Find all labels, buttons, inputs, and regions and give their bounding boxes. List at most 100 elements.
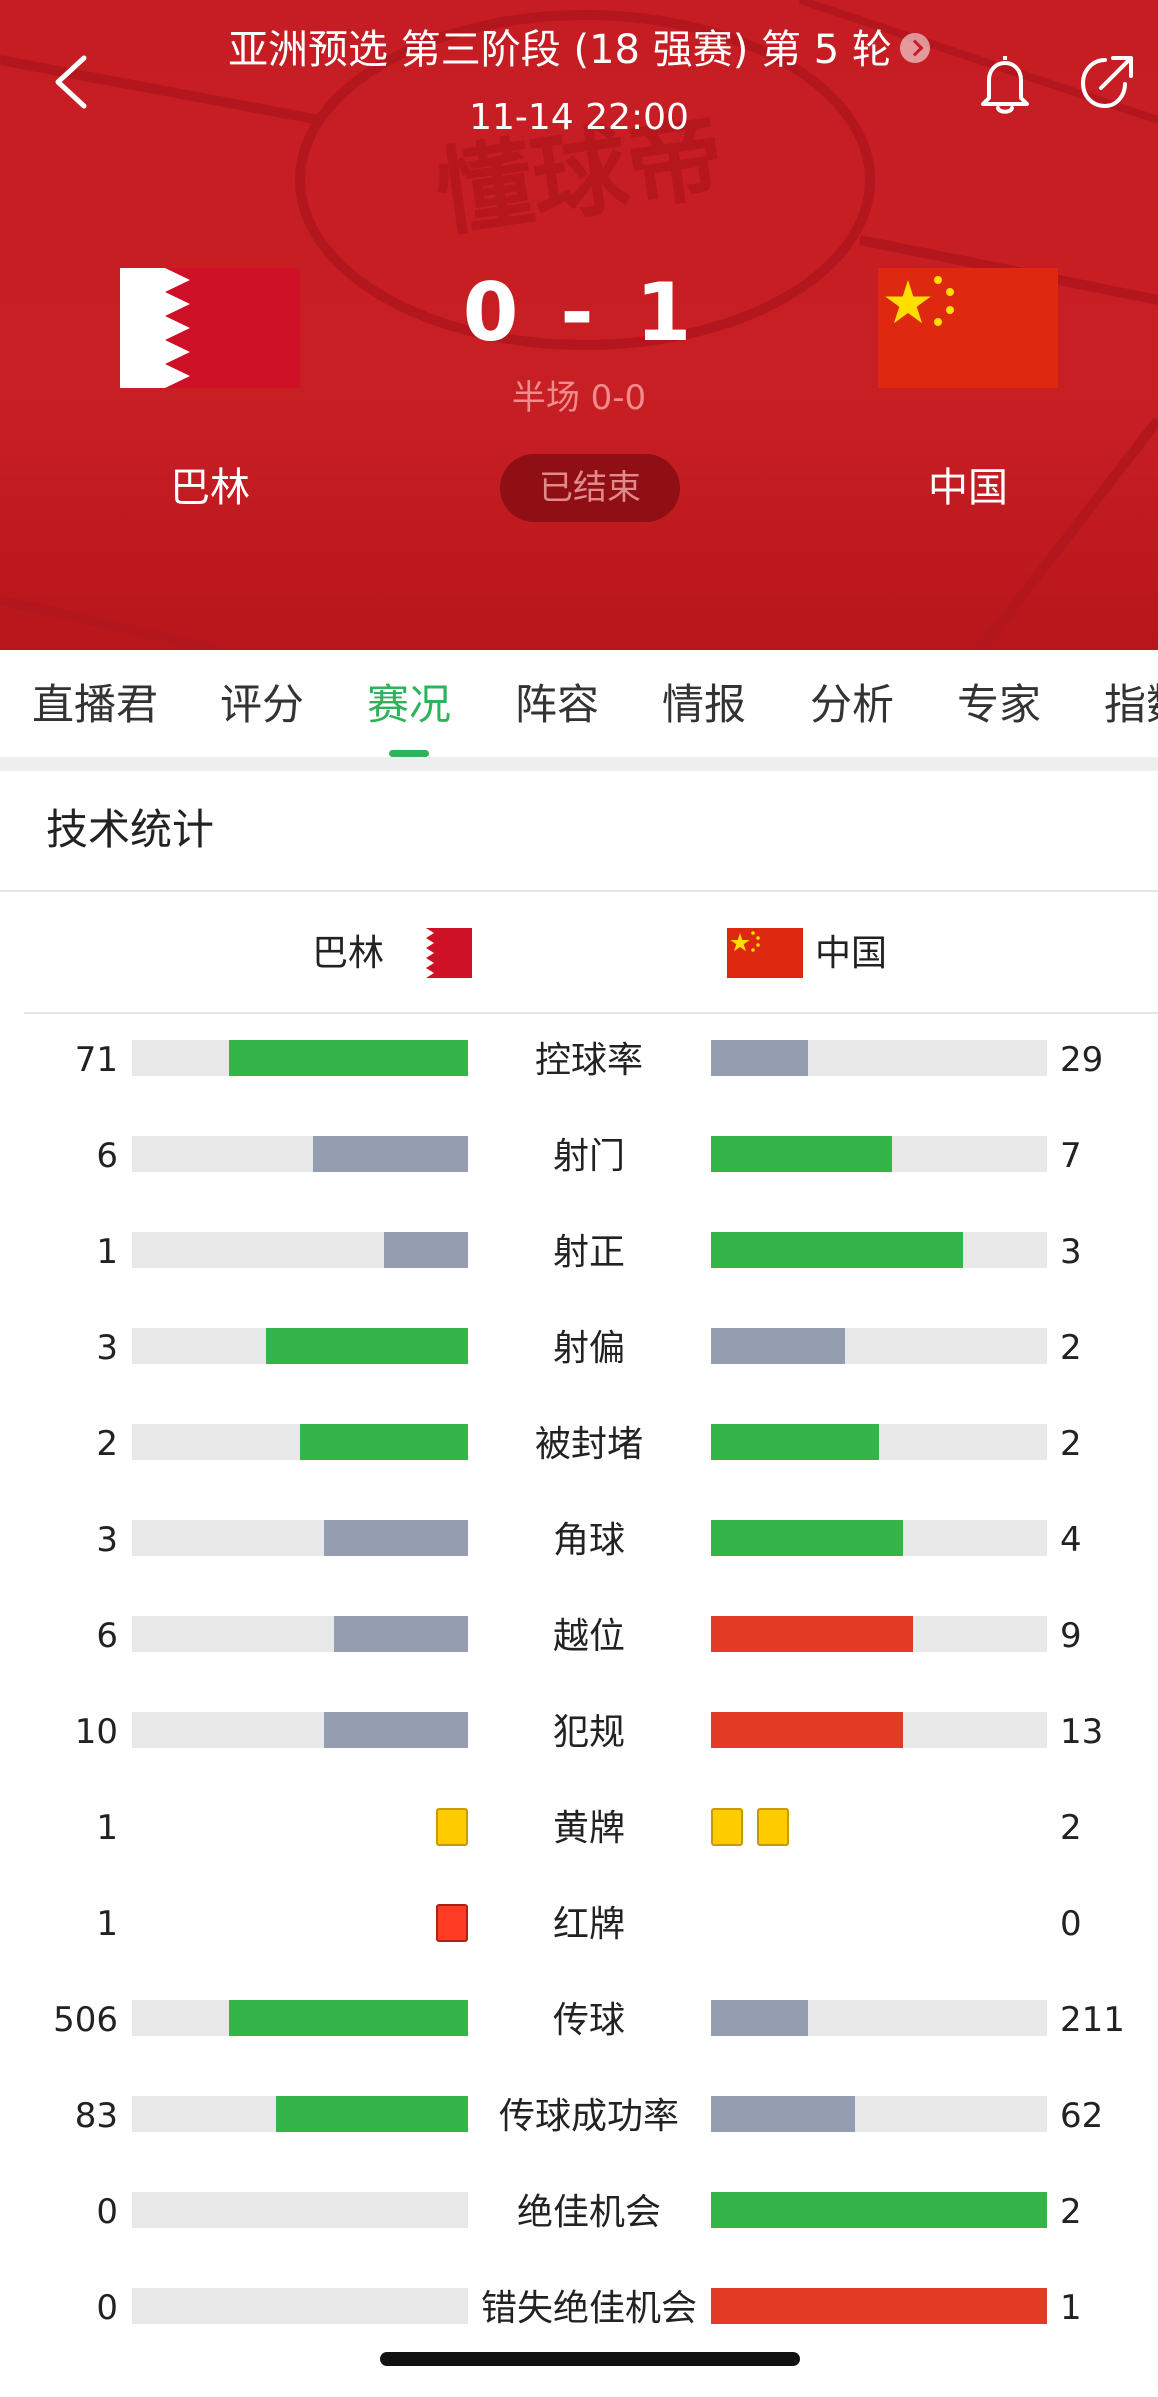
tab-odds[interactable]: 指数 — [1104, 680, 1158, 730]
away-stat-bar-fill — [711, 1328, 845, 1364]
tab-analysis[interactable]: 分析 — [810, 680, 894, 730]
legend-home-flag — [414, 928, 472, 978]
active-tab-indicator — [389, 750, 429, 757]
stat-label: 控球率 — [534, 1040, 643, 1081]
stat-row: 83 传球成功率 62 — [0, 2068, 1158, 2164]
tab-intel[interactable]: 情报 — [662, 680, 746, 730]
home-stat-value: 6 — [96, 1136, 118, 1176]
home-indicator[interactable] — [380, 2352, 800, 2366]
away-stat-bar — [711, 1136, 1047, 1172]
stat-label: 射偏 — [552, 1328, 625, 1369]
stat-row: 0 错失绝佳机会 1 — [0, 2260, 1158, 2356]
home-stat-bar-fill — [300, 1424, 468, 1460]
home-stat-bar — [132, 1424, 468, 1460]
away-stat-value: 2 — [1060, 2192, 1082, 2232]
away-stat-bar — [711, 1616, 1047, 1652]
away-stat-bar-fill — [711, 2000, 808, 2036]
away-stat-value: 211 — [1060, 2000, 1125, 2040]
away-stat-value: 7 — [1060, 1136, 1082, 1176]
home-stat-value: 506 — [53, 2000, 118, 2040]
chevron-right-icon — [899, 33, 930, 63]
divider — [0, 890, 1158, 892]
share-icon[interactable] — [1075, 50, 1139, 114]
home-stat-bar — [132, 2096, 468, 2132]
away-stat-value: 62 — [1060, 2096, 1104, 2136]
yellow-card-icon — [757, 1808, 789, 1846]
away-team-name[interactable]: 中国 — [858, 460, 1078, 516]
home-stat-bar — [132, 1616, 468, 1652]
legend-away-team: 中国 — [815, 933, 888, 974]
stat-label: 犯规 — [552, 1712, 625, 1753]
match-header: 懂球帝 亚洲预选 第三阶段 (18 强赛) 第 5 轮 11-14 22:00 — [0, 0, 1158, 650]
stat-label: 错失绝佳机会 — [480, 2288, 697, 2329]
away-stat-value: 2 — [1060, 1424, 1082, 1464]
away-stat-value: 2 — [1060, 1328, 1082, 1368]
match-title-text: 亚洲预选 第三阶段 (18 强赛) 第 5 轮 — [228, 27, 892, 73]
home-stat-bar-fill — [324, 1712, 468, 1748]
stat-label: 被封堵 — [534, 1424, 643, 1465]
stat-row: 10 犯规 13 — [0, 1684, 1158, 1780]
stat-label: 黄牌 — [552, 1808, 625, 1849]
stat-row: 0 绝佳机会 2 — [0, 2164, 1158, 2260]
home-stat-bar — [132, 2192, 468, 2228]
stat-label: 射正 — [552, 1232, 625, 1273]
away-stat-value: 0 — [1060, 1904, 1082, 1944]
away-stat-bar-fill — [711, 1232, 963, 1268]
away-cards — [711, 1808, 803, 1848]
stat-row: 1 红牌 0 — [0, 1876, 1158, 1972]
match-status-badge: 已结束 — [500, 454, 680, 522]
home-stat-value: 3 — [96, 1520, 118, 1560]
away-stat-bar — [711, 1040, 1047, 1076]
stat-row: 71 控球率 29 — [0, 1012, 1158, 1108]
home-stat-bar-fill — [266, 1328, 468, 1364]
away-stat-value: 2 — [1060, 1808, 1082, 1848]
away-stat-bar — [711, 2288, 1047, 2324]
away-stat-bar — [711, 2096, 1047, 2132]
away-score: 1 — [635, 266, 696, 359]
home-stat-value: 1 — [96, 1808, 118, 1848]
divider — [0, 757, 1158, 771]
home-stat-value: 71 — [74, 1040, 118, 1080]
home-score: 0 — [462, 266, 523, 359]
away-stat-value: 9 — [1060, 1616, 1082, 1656]
home-stat-value: 3 — [96, 1328, 118, 1368]
home-stat-value: 1 — [96, 1232, 118, 1272]
stat-row: 1 射正 3 — [0, 1204, 1158, 1300]
home-stat-bar — [132, 2000, 468, 2036]
match-score: 0-1 — [0, 258, 1158, 368]
home-stat-bar-fill — [384, 1232, 468, 1268]
away-stat-bar-fill — [711, 1424, 879, 1460]
tab-ratings[interactable]: 评分 — [220, 680, 304, 730]
away-stat-bar-fill — [711, 2096, 855, 2132]
away-stat-bar — [711, 2192, 1047, 2228]
stat-label: 传球 — [552, 2000, 625, 2041]
home-stat-bar — [132, 1328, 468, 1364]
home-cards — [436, 1904, 468, 1944]
home-stat-bar — [132, 1040, 468, 1076]
away-stat-bar — [711, 1424, 1047, 1460]
stat-row: 6 射门 7 — [0, 1108, 1158, 1204]
home-stat-value: 83 — [74, 2096, 118, 2136]
stat-label: 红牌 — [552, 1904, 625, 1945]
stat-row: 3 角球 4 — [0, 1492, 1158, 1588]
home-stat-bar-fill — [334, 1616, 468, 1652]
tab-live[interactable]: 直播君 — [32, 680, 158, 730]
away-stat-value: 29 — [1060, 1040, 1104, 1080]
tab-match-status[interactable]: 赛况 — [367, 680, 451, 730]
tab-experts[interactable]: 专家 — [957, 680, 1041, 730]
away-stat-bar-fill — [711, 2288, 1047, 2324]
home-stat-value: 1 — [96, 1904, 118, 1944]
away-stat-bar-fill — [711, 1712, 903, 1748]
tab-lineup[interactable]: 阵容 — [515, 680, 599, 730]
stat-row: 3 射偏 2 — [0, 1300, 1158, 1396]
bell-icon[interactable] — [975, 50, 1035, 116]
stat-label: 角球 — [552, 1520, 625, 1561]
away-stat-bar-fill — [711, 1040, 808, 1076]
away-stat-bar-fill — [711, 1616, 913, 1652]
away-stat-bar-fill — [711, 1136, 892, 1172]
away-stat-value: 3 — [1060, 1232, 1082, 1272]
home-team-name[interactable]: 巴林 — [100, 460, 320, 516]
home-stat-bar-fill — [324, 1520, 468, 1556]
home-stat-value: 10 — [74, 1712, 118, 1752]
home-stat-value: 6 — [96, 1616, 118, 1656]
